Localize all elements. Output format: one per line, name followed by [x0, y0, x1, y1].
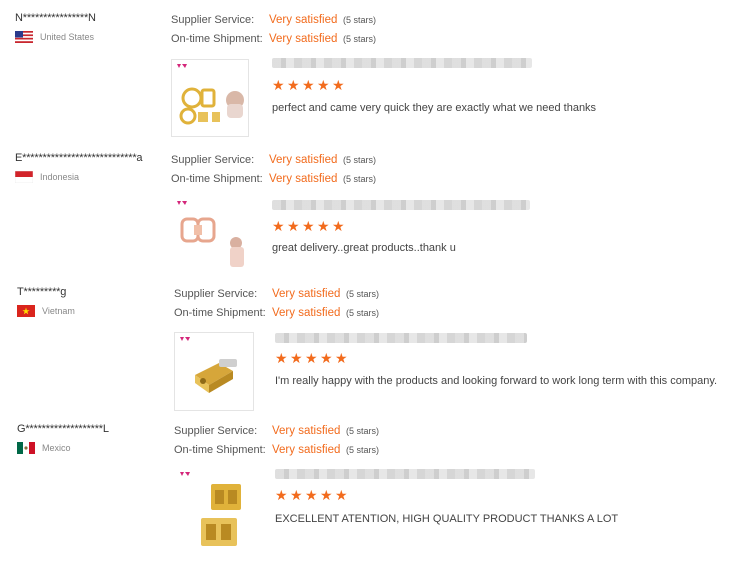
star-icon: ★	[302, 77, 315, 93]
product-thumbnail[interactable]	[171, 59, 249, 137]
brand-logo-icon	[177, 64, 187, 68]
review-text: EXCELLENT ATENTION, HIGH QUALITY PRODUCT…	[275, 513, 619, 525]
product-thumbnail[interactable]	[171, 196, 249, 274]
supplier-service-stars: (5 stars)	[346, 426, 380, 436]
star-icon: ★	[335, 350, 348, 366]
buyer-country: Vietnam	[17, 305, 75, 317]
shipment-rating: On-time Shipment: Very satisfied (5 star…	[171, 33, 376, 45]
shipment-label: On-time Shipment:	[174, 307, 266, 319]
shipment-stars: (5 stars)	[346, 445, 380, 455]
buyer-country: Indonesia	[15, 171, 142, 183]
product-thumbnail[interactable]	[174, 332, 254, 411]
buyer-name: N****************N	[15, 12, 96, 24]
shipment-value: Very satisfied	[272, 307, 341, 319]
review-text: I'm really happy with the products and l…	[275, 375, 718, 387]
review-stars: ★ ★ ★ ★ ★	[275, 350, 348, 366]
star-icon: ★	[332, 77, 345, 93]
shipment-rating: On-time Shipment: Very satisfied (5 star…	[171, 173, 376, 185]
star-icon: ★	[305, 350, 318, 366]
product-thumbnail[interactable]	[174, 467, 254, 549]
us-flag-icon	[15, 31, 33, 43]
supplier-service-label: Supplier Service:	[174, 288, 258, 300]
country-name: Indonesia	[40, 172, 80, 182]
buyer-name: G*******************L	[17, 423, 109, 435]
star-icon: ★	[275, 487, 288, 503]
star-icon: ★	[287, 218, 300, 234]
blurred-review-header	[275, 333, 527, 343]
supplier-service-label: Supplier Service:	[171, 154, 255, 166]
star-icon: ★	[317, 77, 330, 93]
star-icon: ★	[335, 487, 348, 503]
buyer-info: E****************************a Indonesia	[15, 152, 143, 183]
star-icon: ★	[287, 77, 300, 93]
shipment-label: On-time Shipment:	[174, 444, 266, 456]
star-icon: ★	[272, 77, 285, 93]
review-stars: ★ ★ ★ ★ ★	[272, 77, 345, 93]
supplier-service-value: Very satisfied	[269, 14, 338, 26]
star-icon: ★	[317, 218, 330, 234]
mexico-flag-icon	[17, 442, 35, 454]
star-icon: ★	[290, 350, 303, 366]
star-icon: ★	[275, 350, 288, 366]
bra-clasp-image	[201, 484, 241, 546]
buyer-info: N****************N United States	[15, 12, 96, 43]
star-icon: ★	[290, 487, 303, 503]
review-text: perfect and came very quick they are exa…	[272, 102, 597, 114]
shipment-label: On-time Shipment:	[171, 173, 263, 185]
buyer-name: E****************************a	[15, 152, 143, 164]
buyer-country: United States	[15, 31, 96, 43]
indonesia-flag-icon	[15, 171, 33, 183]
supplier-service-stars: (5 stars)	[346, 289, 380, 299]
supplier-service-label: Supplier Service:	[174, 425, 258, 437]
brand-logo-icon	[180, 472, 190, 476]
blurred-review-header	[272, 200, 530, 210]
buyer-info: G*******************L Mexico	[17, 423, 109, 454]
buyer-name: T*********g	[17, 286, 67, 298]
supplier-service-value: Very satisfied	[272, 425, 341, 437]
supplier-service-rating: Supplier Service: Very satisfied (5 star…	[171, 154, 376, 166]
blurred-review-header	[275, 469, 535, 479]
bra-clasp-image	[179, 87, 244, 125]
country-name: United States	[40, 32, 95, 42]
shipment-stars: (5 stars)	[346, 308, 380, 318]
shipment-rating: On-time Shipment: Very satisfied (5 star…	[174, 307, 379, 319]
blurred-review-header	[272, 58, 532, 68]
brand-logo-icon	[180, 337, 190, 341]
review-stars: ★ ★ ★ ★ ★	[272, 218, 345, 234]
shipment-stars: (5 stars)	[343, 174, 377, 184]
supplier-service-rating: Supplier Service: Very satisfied (5 star…	[171, 14, 376, 26]
supplier-service-value: Very satisfied	[269, 154, 338, 166]
review-text: great delivery..great products..thank u	[272, 242, 456, 254]
supplier-service-value: Very satisfied	[272, 288, 341, 300]
brand-logo-icon	[177, 201, 187, 205]
star-icon: ★	[320, 487, 333, 503]
shipment-value: Very satisfied	[269, 33, 338, 45]
supplier-service-label: Supplier Service:	[171, 14, 255, 26]
country-name: Vietnam	[42, 306, 75, 316]
shipment-value: Very satisfied	[272, 444, 341, 456]
supplier-service-stars: (5 stars)	[343, 15, 377, 25]
vietnam-flag-icon	[17, 305, 35, 317]
shipment-value: Very satisfied	[269, 173, 338, 185]
supplier-service-rating: Supplier Service: Very satisfied (5 star…	[174, 425, 379, 437]
shipment-rating: On-time Shipment: Very satisfied (5 star…	[174, 444, 379, 456]
shipment-stars: (5 stars)	[343, 34, 377, 44]
supplier-service-rating: Supplier Service: Very satisfied (5 star…	[174, 288, 379, 300]
bra-clasp-image	[195, 359, 237, 393]
review-stars: ★ ★ ★ ★ ★	[275, 487, 348, 503]
star-icon: ★	[272, 218, 285, 234]
buyer-info: T*********g Vietnam	[17, 286, 75, 317]
supplier-service-stars: (5 stars)	[343, 155, 377, 165]
shipment-label: On-time Shipment:	[171, 33, 263, 45]
star-icon: ★	[320, 350, 333, 366]
country-name: Mexico	[42, 443, 71, 453]
star-icon: ★	[302, 218, 315, 234]
buyer-country: Mexico	[17, 442, 109, 454]
bra-clasp-image	[180, 217, 244, 267]
star-icon: ★	[305, 487, 318, 503]
star-icon: ★	[332, 218, 345, 234]
